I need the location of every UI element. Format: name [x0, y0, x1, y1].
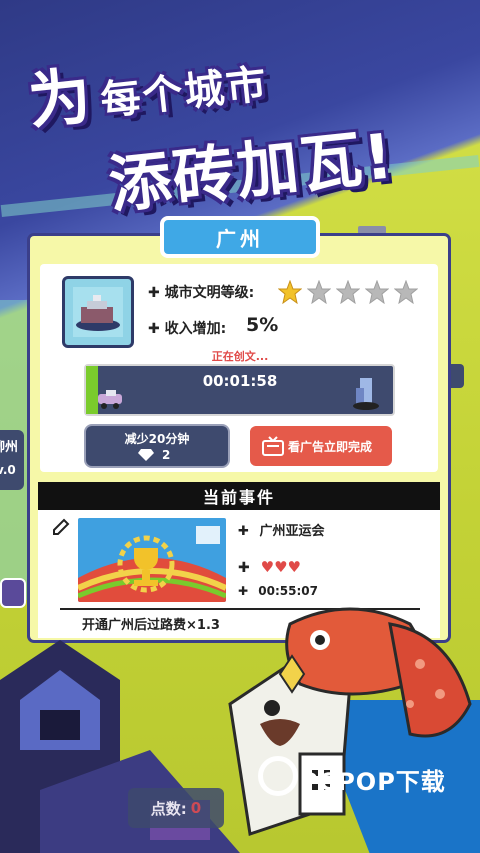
- civ-level-label: 城市文明等级:: [164, 285, 255, 301]
- event-bonus-text: 开通广州后过路费×1.3: [82, 618, 220, 633]
- builder-vehicle-icon: [96, 388, 126, 414]
- side-city-name: 柳州: [0, 440, 19, 455]
- reduce-time-button[interactable]: 减少20分钟 2: [84, 424, 230, 468]
- score-display: 点数: 0: [128, 788, 224, 828]
- target-building-icon: [352, 376, 380, 414]
- income-label: 收入增加:: [164, 321, 227, 337]
- civ-level-stars: [278, 280, 418, 304]
- event-name-row: ✚ 广州亚运会: [238, 520, 324, 539]
- diamond-icon: [138, 449, 154, 461]
- income-value: 5%: [246, 314, 279, 336]
- event-hearts-row: ✚ ♥♥♥: [238, 558, 301, 576]
- score-label: 点数:: [150, 799, 187, 818]
- side-city-level: v.0: [0, 463, 16, 477]
- reduce-cost: 2: [162, 448, 171, 462]
- building-icon: [73, 287, 123, 337]
- event-timer-row: ✚ 00:55:07: [238, 584, 318, 598]
- heart-icon: ♥: [260, 558, 275, 576]
- heart-icon: ♥: [287, 558, 301, 576]
- watermark-text: PCPOP下载: [300, 768, 446, 796]
- event-name: 广州亚运会: [259, 524, 325, 539]
- city-building-thumbnail: [62, 276, 134, 348]
- event-hearts: ♥♥♥: [260, 558, 301, 576]
- civ-level-row: ✚ 城市文明等级:: [148, 282, 254, 302]
- star-empty-icon: [365, 280, 389, 304]
- plus-icon: ✚: [238, 524, 249, 539]
- city-name-tab: 广州: [160, 216, 320, 258]
- event-header: 当前事件: [38, 482, 440, 510]
- headline-big-char: 为: [24, 58, 97, 139]
- star-empty-icon: [307, 280, 331, 304]
- side-city-card[interactable]: 柳州 v.0: [0, 430, 24, 490]
- status-text: 正在创文...: [211, 350, 269, 363]
- build-timer: 00:01:58: [202, 372, 278, 390]
- event-timer: 00:55:07: [258, 584, 318, 598]
- side-menu-icon[interactable]: [0, 578, 26, 608]
- income-row: ✚ 收入增加:: [148, 318, 226, 338]
- watch-ad-button[interactable]: 看广告立即完成: [248, 424, 394, 468]
- heart-icon: ♥: [274, 558, 288, 576]
- watermark-logo-icon: [258, 756, 298, 796]
- event-image: [78, 518, 226, 602]
- watch-ad-label: 看广告立即完成: [288, 440, 373, 454]
- star-filled-icon: [278, 280, 302, 304]
- star-empty-icon: [394, 280, 418, 304]
- star-empty-icon: [336, 280, 360, 304]
- pencil-icon: [53, 518, 70, 535]
- reduce-time-label: 减少20分钟: [124, 432, 190, 446]
- tv-icon: [262, 436, 284, 456]
- plus-icon: ✚: [148, 285, 160, 301]
- score-value: 0: [190, 799, 202, 817]
- plus-icon: ✚: [148, 321, 160, 337]
- crab-mascot: [228, 607, 472, 836]
- plus-icon: ✚: [238, 560, 250, 576]
- plus-icon: ✚: [238, 584, 249, 598]
